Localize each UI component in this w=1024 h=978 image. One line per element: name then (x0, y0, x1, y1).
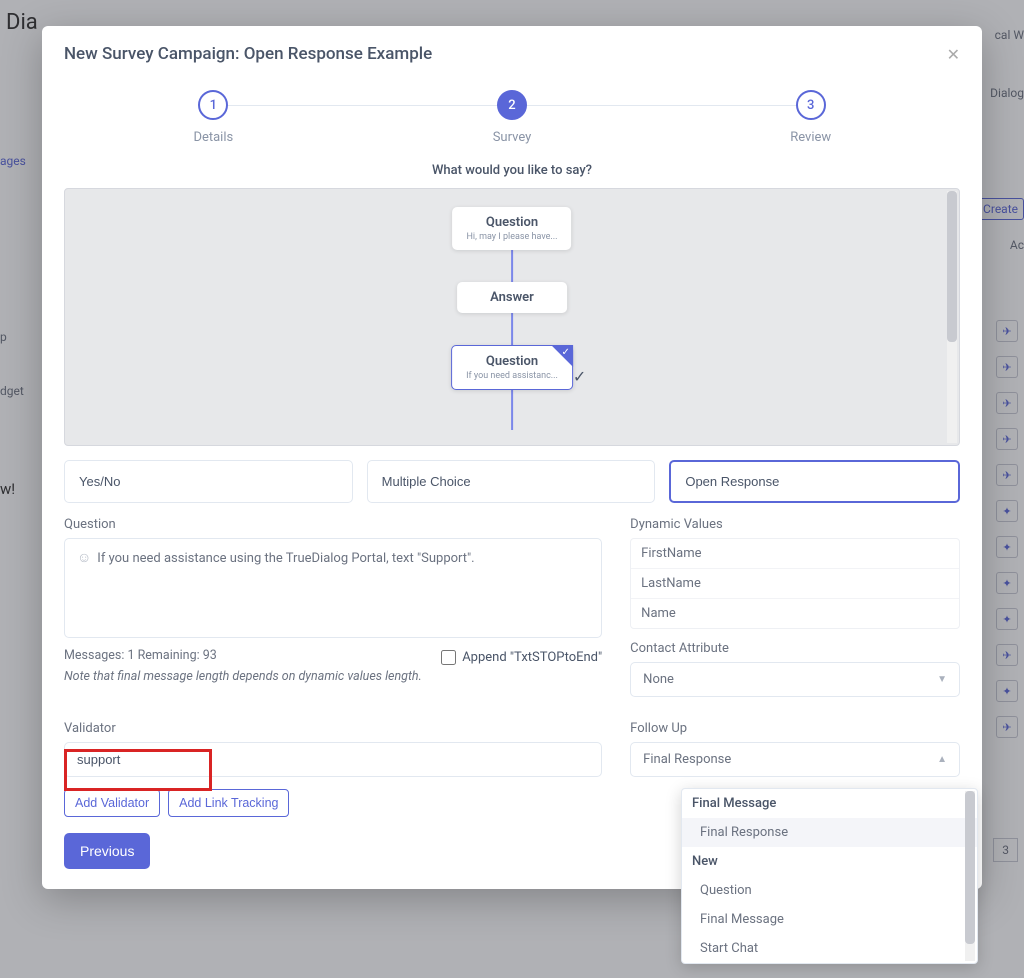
previous-button[interactable]: Previous (64, 833, 150, 869)
validator-label: Validator (64, 721, 602, 736)
canvas-scrollbar[interactable] (947, 191, 957, 443)
chevron-down-icon: ▼ (937, 674, 947, 685)
type-yes-no-button[interactable]: Yes/No (64, 460, 353, 503)
dd-group-final-message: Final Message (682, 789, 977, 818)
followup-label: Follow Up (630, 721, 960, 736)
survey-flow-canvas[interactable]: Question Hi, may I please have... Answer… (64, 188, 960, 446)
question-label: Question (64, 517, 602, 532)
dv-firstname[interactable]: FirstName (631, 539, 959, 569)
chevron-up-icon: ▲ (937, 754, 947, 765)
dd-group-new: New (682, 847, 977, 876)
dd-item-final-response[interactable]: Final Response (682, 818, 977, 847)
flow-connector (511, 313, 513, 345)
flow-node-question-2[interactable]: ✓ Question If you need assistanc... (451, 345, 573, 390)
emoji-icon[interactable]: ☺ (77, 550, 91, 566)
contact-attribute-label: Contact Attribute (630, 641, 960, 656)
survey-modal: New Survey Campaign: Open Response Examp… (42, 26, 982, 889)
followup-dropdown: Final Message Final Response New Questio… (681, 788, 978, 964)
stepper: 1 Details 2 Survey 3 Review (42, 80, 982, 145)
dynamic-values-label: Dynamic Values (630, 517, 960, 532)
validator-input[interactable] (64, 742, 602, 777)
append-stop-checkbox[interactable] (441, 650, 456, 665)
type-open-response-button[interactable]: Open Response (669, 460, 960, 503)
dv-name[interactable]: Name (631, 599, 959, 628)
flow-connector (511, 250, 513, 282)
add-link-tracking-button[interactable]: Add Link Tracking (168, 789, 289, 817)
contact-attribute-select[interactable]: None ▼ (630, 662, 960, 697)
prompt-text: What would you like to say? (42, 163, 982, 178)
add-validator-button[interactable]: Add Validator (64, 789, 160, 817)
step-survey[interactable]: 2 Survey (363, 90, 662, 145)
dynamic-values-list: FirstName LastName Name (630, 538, 960, 629)
dd-item-final-message[interactable]: Final Message (682, 905, 977, 934)
append-stop-label: Append "TxtSTOPtoEnd" (462, 650, 602, 665)
dv-lastname[interactable]: LastName (631, 569, 959, 599)
flow-connector (511, 390, 513, 430)
flow-node-answer[interactable]: Answer (457, 282, 567, 313)
question-textarea[interactable]: ☺If you need assistance using the TrueDi… (64, 538, 602, 638)
modal-title: New Survey Campaign: Open Response Examp… (64, 44, 432, 64)
followup-select[interactable]: Final Response ▲ (630, 742, 960, 777)
flow-node-question-1[interactable]: Question Hi, may I please have... (452, 207, 571, 250)
check-icon: ✓ (562, 347, 570, 358)
dd-item-start-chat[interactable]: Start Chat (682, 934, 977, 963)
step-details[interactable]: 1 Details (64, 90, 363, 145)
dropdown-scrollbar[interactable] (965, 791, 975, 961)
step-review[interactable]: 3 Review (661, 90, 960, 145)
dd-item-question[interactable]: Question (682, 876, 977, 905)
length-note: Note that final message length depends o… (64, 669, 602, 684)
close-icon[interactable]: ✕ (947, 45, 960, 64)
type-multiple-choice-button[interactable]: Multiple Choice (367, 460, 656, 503)
